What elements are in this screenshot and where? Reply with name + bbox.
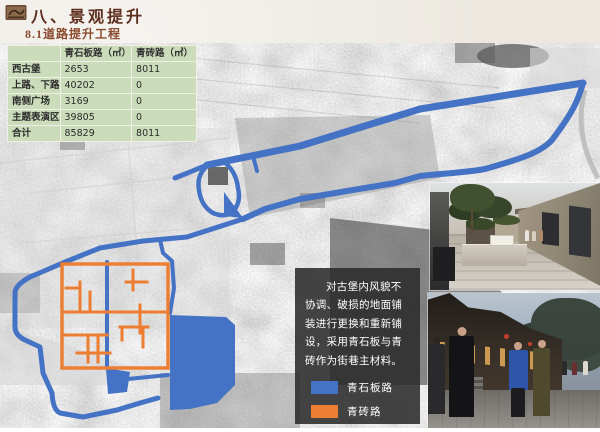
note-box: 对古堡内风貌不协调、破损的地面铺装进行更换和重新铺设，采用青石板与青砖作为街巷主… (295, 268, 420, 424)
red-lantern (528, 342, 532, 346)
table-cell: 8011 (132, 126, 197, 142)
page-title: 八、景观提升 (31, 3, 145, 27)
legend-row: 青砖路 (311, 404, 410, 419)
map-legend: 青石板路青砖路 (311, 380, 410, 419)
tree-trunk (471, 207, 473, 235)
red-lantern (504, 334, 509, 339)
table-header-cell: 青砖路（㎡） (132, 46, 197, 62)
table-cell: 南侧广场 (8, 94, 61, 110)
pedestrian-figure (562, 361, 567, 375)
bin (433, 247, 455, 281)
legend-label: 青砖路 (347, 404, 382, 419)
legend-label: 青石板路 (347, 380, 393, 395)
slide: 八、景观提升 8.1道路提升工程 青石板路（㎡）青砖路（㎡） 西古堡265380… (0, 0, 600, 428)
table-cell: 2653 (60, 62, 132, 78)
window-opening (542, 212, 559, 246)
legend-swatch (311, 381, 338, 394)
window-opening (569, 205, 591, 257)
table-cell: 0 (132, 110, 197, 126)
pedestrian-figure (511, 388, 525, 418)
table-cell: 主题表演区 (8, 110, 61, 126)
pedestrian-figure (449, 336, 475, 417)
stone-plaza-small (106, 368, 130, 394)
table-cell: 3169 (60, 94, 132, 110)
pedestrian-figure (572, 362, 577, 375)
table-row: 西古堡26538011 (8, 62, 197, 78)
photo-street-dusk (428, 293, 600, 428)
pedestrian-figure (525, 230, 529, 241)
pedestrian-figure (583, 361, 588, 375)
table-cell: 西古堡 (8, 62, 61, 78)
table-header-row: 青石板路（㎡）青砖路（㎡） (8, 46, 197, 62)
table-cell: 8011 (132, 62, 197, 78)
pedestrian-figure (539, 230, 543, 241)
page-subtitle: 8.1道路提升工程 (25, 25, 121, 42)
table-row: 南侧广场31690 (8, 94, 197, 110)
pedestrian-figure (509, 350, 528, 391)
table-cell: 40202 (60, 78, 132, 94)
table-row: 合计858298011 (8, 126, 197, 142)
sign-board (490, 235, 514, 246)
road-area-table: 青石板路（㎡）青砖路（㎡） 西古堡26538011上路、下路402020南侧广场… (7, 45, 197, 142)
table-row: 上路、下路402020 (8, 78, 197, 94)
table-cell: 85829 (60, 126, 132, 142)
pedestrian-figure (533, 348, 550, 416)
table-cell: 0 (132, 94, 197, 110)
legend-row: 青石板路 (311, 380, 410, 395)
table-header-cell (8, 46, 61, 62)
pedestrian-figure (532, 231, 536, 241)
bronze-artifact-icon (5, 4, 27, 21)
table-cell: 合计 (8, 126, 61, 142)
photo-street-day (430, 183, 600, 290)
legend-swatch (311, 405, 338, 418)
table-cell: 上路、下路 (8, 78, 61, 94)
table-cell: 39805 (60, 110, 132, 126)
note-text: 对古堡内风貌不协调、破损的地面铺装进行更换和重新铺设，采用青石板与青砖作为街巷主… (305, 278, 410, 370)
stone-planter (462, 244, 527, 266)
table-cell: 0 (132, 78, 197, 94)
table-row: 主题表演区398050 (8, 110, 197, 126)
pedestrian-figure (428, 344, 445, 414)
table-header-cell: 青石板路（㎡） (60, 46, 132, 62)
